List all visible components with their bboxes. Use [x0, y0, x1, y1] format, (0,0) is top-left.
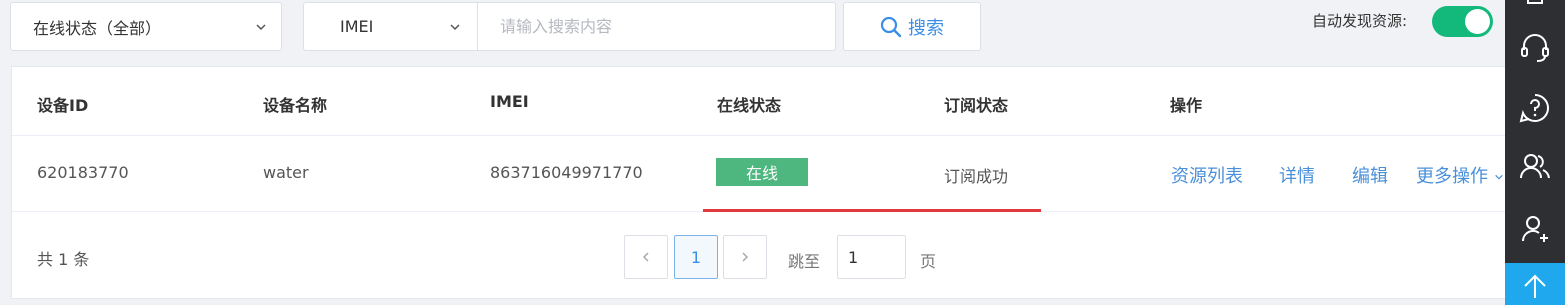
chevron-down-icon [1494, 174, 1503, 180]
toolbar-top-icon [1527, 0, 1543, 4]
customer-service-button[interactable] [1505, 23, 1565, 73]
page-1-button[interactable]: 1 [674, 235, 718, 279]
search-button-label: 搜索 [908, 17, 944, 39]
chevron-left-icon [642, 252, 649, 262]
search-group: IMEI [303, 2, 836, 51]
chevron-right-icon [742, 252, 749, 262]
cell-device-name: water [263, 163, 309, 182]
table-row: 620183770 water 863716049971770 在线 订阅成功 … [12, 136, 1507, 212]
page-unit-label: 页 [920, 252, 937, 271]
cell-device-id: 620183770 [37, 163, 129, 182]
search-input[interactable] [478, 3, 835, 50]
more-actions-label: 更多操作 [1416, 166, 1488, 187]
help-button[interactable] [1505, 83, 1565, 133]
add-user-icon [1522, 216, 1548, 242]
community-button[interactable] [1505, 142, 1565, 192]
search-type-select[interactable]: IMEI [304, 3, 478, 50]
chevron-down-icon [256, 23, 266, 30]
jump-to-label: 跳至 [788, 252, 821, 271]
status-filter-value: 在线状态（全部） [33, 18, 162, 38]
back-to-top-button[interactable] [1505, 263, 1565, 305]
jump-page-input[interactable] [837, 235, 906, 279]
search-type-value: IMEI [340, 17, 374, 36]
cell-subscription: 订阅成功 [944, 167, 1009, 186]
arrow-up-icon [1524, 274, 1546, 298]
headset-icon [1521, 34, 1549, 62]
help-icon [1519, 94, 1549, 123]
users-icon [1520, 154, 1550, 179]
search-icon [880, 16, 902, 37]
add-contact-button[interactable] [1505, 204, 1565, 254]
floating-toolbar [1505, 0, 1565, 263]
details-link[interactable]: 详情 [1279, 162, 1315, 188]
auto-discover-toggle[interactable] [1432, 6, 1493, 37]
next-page-button[interactable] [723, 235, 767, 279]
cell-imei: 863716049971770 [490, 163, 643, 182]
chevron-down-icon [450, 23, 460, 30]
status-filter-select[interactable]: 在线状态（全部） [10, 2, 282, 51]
total-count: 共 1 条 [37, 250, 90, 269]
search-button[interactable]: 搜索 [843, 2, 981, 51]
online-status-badge: 在线 [716, 158, 808, 186]
column-header-actions: 操作 [1170, 96, 1203, 115]
column-header-imei: IMEI [490, 92, 529, 111]
more-actions-dropdown[interactable]: 更多操作 [1416, 162, 1504, 188]
auto-discover-label: 自动发现资源: [1312, 12, 1408, 30]
prev-page-button[interactable] [624, 235, 668, 279]
edit-link[interactable]: 编辑 [1352, 162, 1388, 188]
column-header-device-name: 设备名称 [263, 96, 328, 115]
toggle-knob [1465, 9, 1490, 34]
device-table-panel: 设备ID 设备名称 IMEI 在线状态 订阅状态 操作 620183770 wa… [11, 66, 1508, 299]
pagination-bar: 共 1 条 1 跳至 页 [12, 212, 1507, 300]
table-header: 设备ID 设备名称 IMEI 在线状态 订阅状态 操作 [12, 67, 1507, 136]
column-header-device-id: 设备ID [37, 96, 89, 115]
column-header-online-status: 在线状态 [717, 96, 782, 115]
resource-list-link[interactable]: 资源列表 [1171, 162, 1243, 188]
column-header-subscription: 订阅状态 [944, 96, 1009, 115]
